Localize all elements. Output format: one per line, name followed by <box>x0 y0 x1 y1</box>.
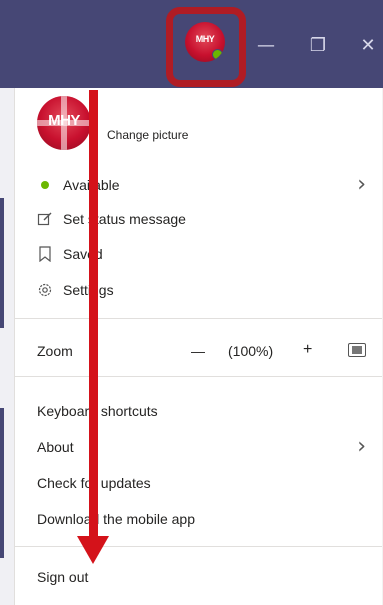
divider <box>15 546 382 547</box>
menu-item-label: Set status message <box>63 211 186 227</box>
chevron-right-icon: › <box>357 434 366 459</box>
rail-accent <box>0 198 4 328</box>
profile-picture[interactable]: MHY <box>37 96 91 150</box>
rail-accent <box>0 408 4 558</box>
zoom-out-button[interactable]: — <box>191 343 205 359</box>
zoom-label: Zoom <box>37 343 73 359</box>
divider <box>15 318 382 319</box>
annotation-highlight-box <box>166 7 246 87</box>
gear-icon <box>37 282 53 298</box>
menu-item-saved[interactable]: Saved <box>15 237 382 271</box>
menu-item-settings[interactable]: Settings <box>15 273 382 307</box>
change-picture-link[interactable]: Change picture <box>107 128 188 142</box>
profile-menu: MHY Change picture Available › Set statu… <box>14 88 382 605</box>
left-rail <box>0 88 14 605</box>
menu-item-label: About <box>37 439 74 455</box>
menu-item-keyboard-shortcuts[interactable]: Keyboard shortcuts <box>15 394 382 428</box>
annotation-arrow-head <box>77 536 109 564</box>
chevron-right-icon: › <box>357 172 366 197</box>
sign-out-button[interactable]: Sign out <box>15 560 382 594</box>
menu-item-about[interactable]: About › <box>15 430 382 464</box>
menu-item-download-mobile[interactable]: Download the mobile app <box>15 502 382 536</box>
maximize-icon[interactable]: ❐ <box>308 36 328 56</box>
minimize-icon[interactable]: — <box>256 36 276 56</box>
menu-item-available[interactable]: Available › <box>15 168 382 202</box>
zoom-value: (100%) <box>228 343 274 359</box>
zoom-in-button[interactable]: + <box>303 341 312 359</box>
divider <box>15 376 382 377</box>
close-icon[interactable]: ✕ <box>358 36 378 56</box>
annotation-arrow <box>89 90 98 540</box>
bookmark-icon <box>37 246 53 262</box>
menu-item-label: Download the mobile app <box>37 511 195 527</box>
menu-item-set-status[interactable]: Set status message <box>15 202 382 236</box>
fit-to-window-icon[interactable] <box>348 343 366 357</box>
sign-out-label: Sign out <box>37 569 89 585</box>
edit-icon <box>37 211 53 227</box>
status-dot-icon <box>37 177 53 193</box>
profile-picture-logo: MHY <box>48 112 80 129</box>
menu-item-check-updates[interactable]: Check for updates <box>15 466 382 500</box>
